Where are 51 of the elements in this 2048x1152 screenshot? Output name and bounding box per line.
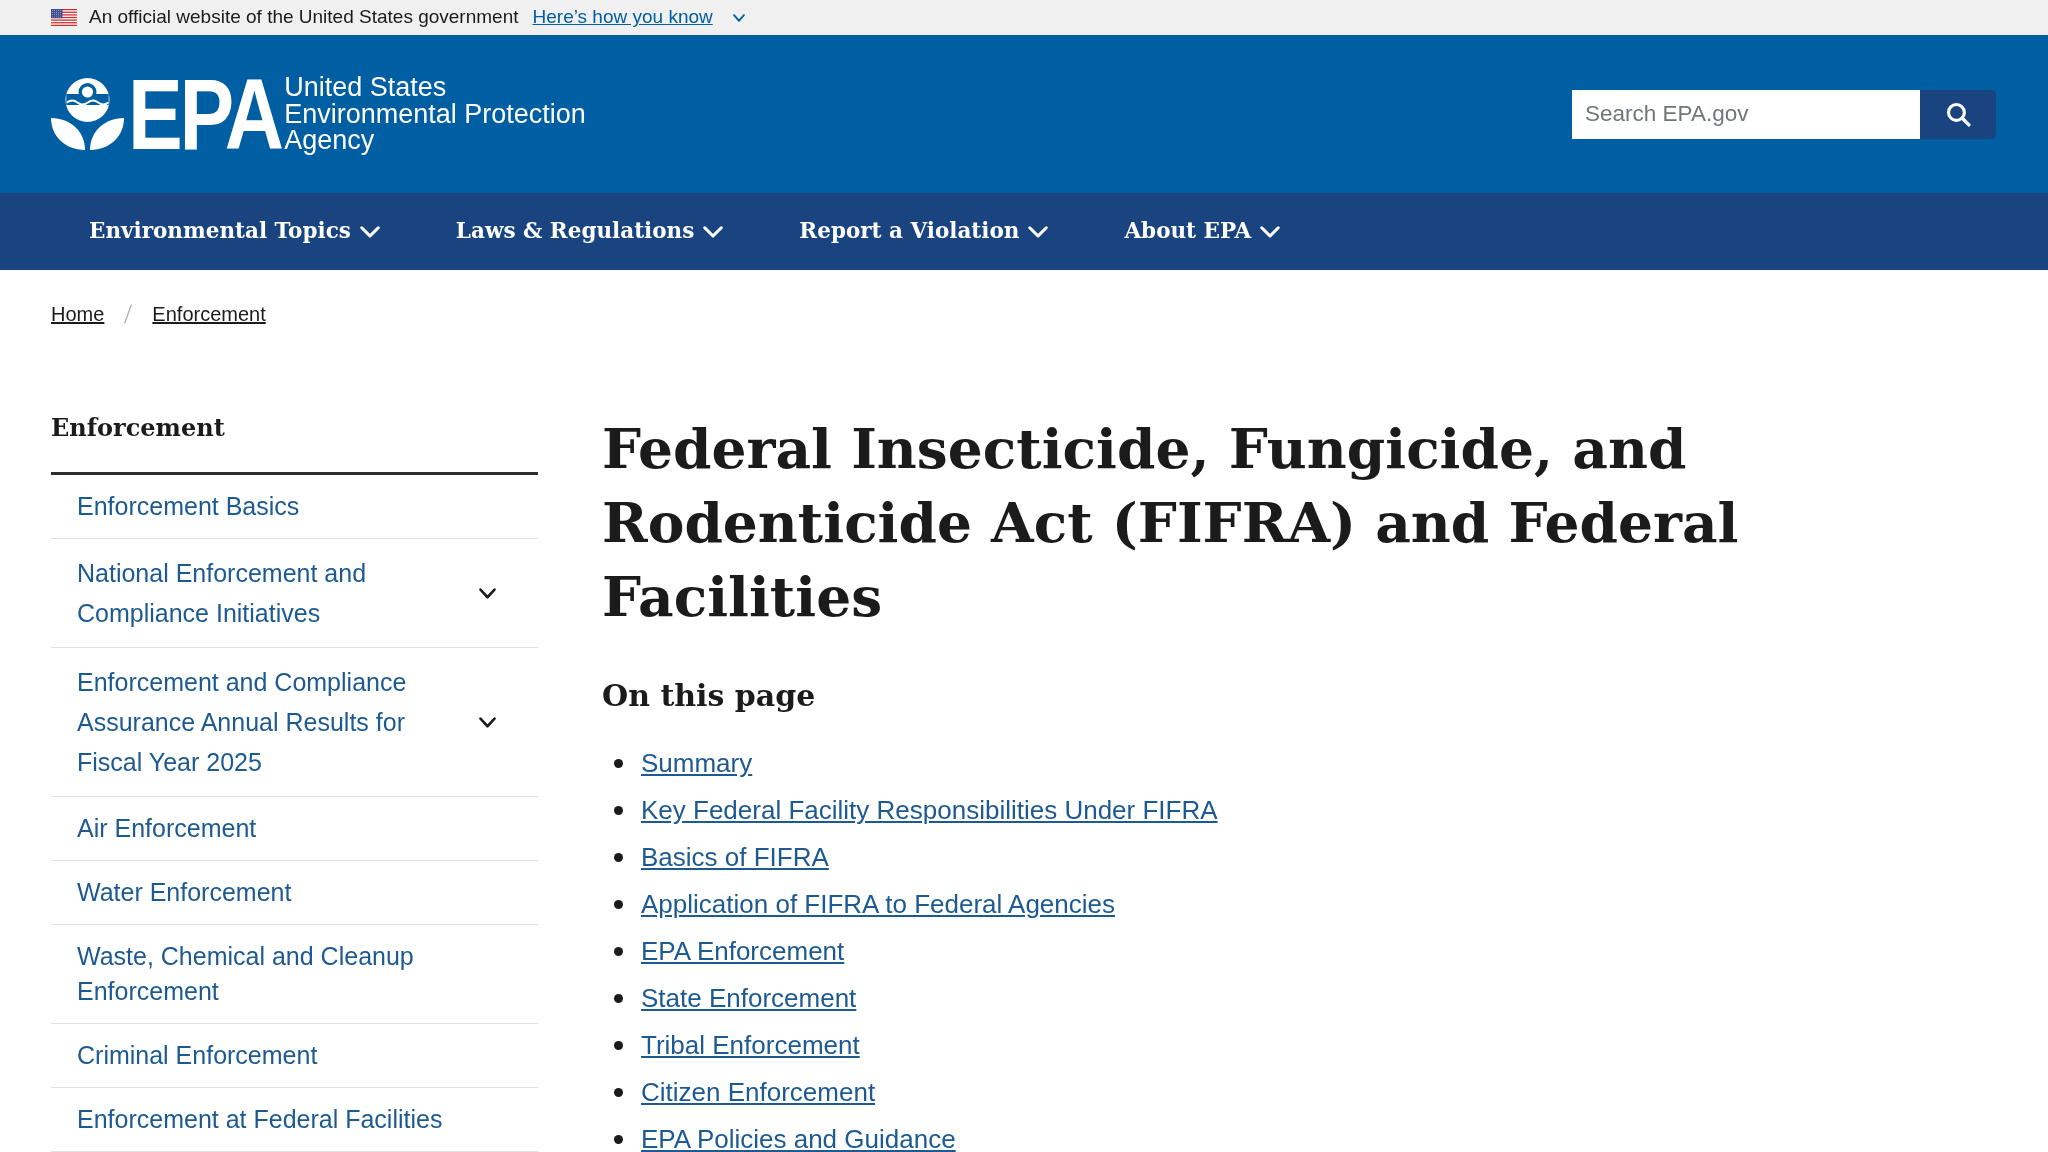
how-you-know-link[interactable]: Here’s how you know: [532, 3, 713, 32]
flower-logo-icon: [51, 78, 124, 150]
nav-menu-button[interactable]: Report a Violation: [761, 193, 1087, 270]
sidebar-link[interactable]: Enforcement at Federal Facilities: [51, 1088, 504, 1151]
search-field[interactable]: Search EPA.gov: [1572, 89, 1920, 139]
breadcrumb-link[interactable]: Home: [51, 299, 105, 329]
search-icon: [1945, 101, 1971, 127]
chevron-down-icon: [1028, 225, 1049, 238]
toc-link[interactable]: Application of FIFRA to Federal Agencies: [641, 885, 1116, 924]
sidebar-link[interactable]: Enforcement and Compliance Assurance Annual Results for Fiscal Year 2025: [51, 648, 461, 796]
bullet-icon: [614, 900, 623, 909]
bullet-icon: [614, 1135, 623, 1144]
sidebar-link[interactable]: Water Enforcement: [51, 861, 353, 924]
bullet-icon: [614, 853, 623, 862]
sidebar-link[interactable]: National Enforcement and Compliance Initiatives: [51, 539, 461, 647]
toc-link[interactable]: Basics of FIFRA: [641, 838, 829, 877]
bullet-icon: [614, 806, 623, 815]
slash-separator-icon: [124, 304, 133, 324]
nav-menu-button[interactable]: About EPA: [1086, 193, 1319, 270]
chevron-down-icon: [1260, 225, 1281, 238]
toc-link[interactable]: Citizen Enforcement: [641, 1073, 876, 1112]
toc-link[interactable]: Key Federal Facility Responsibilities Under FIFRA: [641, 791, 1218, 830]
sidebar-link[interactable]: Criminal Enforcement: [51, 1024, 379, 1087]
bullet-icon: [614, 759, 623, 768]
chevron-down-icon: [703, 225, 724, 238]
logo-wordmark: EPA: [128, 76, 281, 152]
section-heading: On this page: [602, 677, 817, 715]
agency-name: United States Environmental Protection Agency: [284, 74, 586, 154]
nav-menu-button[interactable]: Laws & Regulations: [417, 193, 762, 270]
toc-link[interactable]: EPA Enforcement: [641, 932, 845, 971]
bullet-icon: [614, 1088, 623, 1097]
sidebar-link[interactable]: Air Enforcement: [51, 797, 318, 860]
nav-menu-button[interactable]: Environmental Topics: [51, 193, 418, 270]
breadcrumb-link[interactable]: Enforcement: [152, 299, 266, 329]
flag-icon: [51, 9, 77, 26]
chevron-down-icon: [478, 587, 496, 599]
chevron-down-icon: [478, 716, 496, 728]
page-title: Federal Insecticide, Fungicide, and Rodenticide Act (FIFRA) and Federal Facilities: [602, 415, 1740, 631]
sidebar-link[interactable]: Enforcement Basics: [51, 475, 361, 538]
sidebar-title: Enforcement: [51, 412, 538, 475]
bullet-icon: [614, 947, 623, 956]
sidebar-link[interactable]: Waste, Chemical and Cleanup Enforcement: [51, 925, 538, 1023]
toc-link[interactable]: State Enforcement: [641, 979, 857, 1018]
toc-link[interactable]: EPA Policies and Guidance: [641, 1120, 956, 1152]
bullet-icon: [614, 1041, 623, 1050]
toc-link[interactable]: Tribal Enforcement: [641, 1026, 860, 1065]
search-button[interactable]: [1920, 89, 1996, 139]
bullet-icon: [614, 994, 623, 1003]
official-site-text: An official website of the United States government: [89, 5, 519, 30]
toc-link[interactable]: Summary: [641, 744, 753, 783]
chevron-down-icon: [359, 225, 380, 238]
